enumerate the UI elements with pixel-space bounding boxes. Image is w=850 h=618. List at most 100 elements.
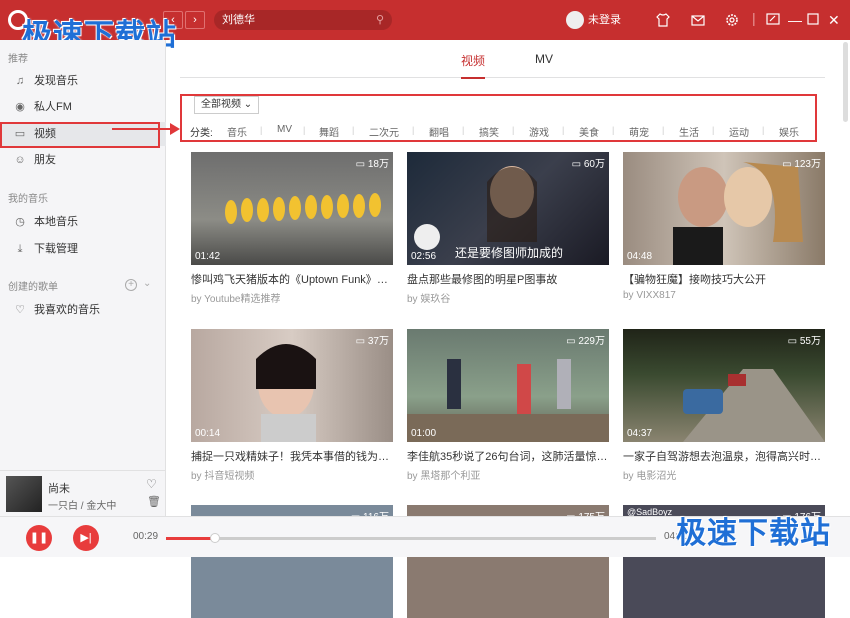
video-thumbnail[interactable]: ▭ 18万 01:42 — [191, 152, 393, 265]
video-title[interactable]: 李佳航35秒说了26句台词，这肺活量惊呆… — [407, 448, 609, 464]
mini-mode-icon[interactable] — [766, 12, 780, 29]
album-cover[interactable] — [6, 476, 42, 512]
video-author[interactable]: by VIXX817 — [623, 290, 825, 301]
sidebar: 推荐 ♫ 发现音乐 ◉ 私人FM ▭ 视频 ☺ 朋友 我的音乐 ◷ 本地音乐 ⤓ 下载管理 … — [0, 40, 166, 470]
forward-button[interactable]: › — [185, 11, 205, 29]
search-input[interactable]: 刘德华 ⚲ — [214, 10, 392, 30]
trash-icon[interactable]: 🗑 — [147, 495, 161, 508]
search-value: 刘德华 — [222, 14, 255, 26]
category-sports[interactable]: 运动 — [729, 124, 749, 139]
video-author[interactable]: by 娱玖谷 — [407, 290, 609, 305]
video-card[interactable]: ▭ 18万 01:42 惨叫鸡飞天猪版本的《Uptown Funk》你一… by… — [191, 152, 393, 305]
settings-icon[interactable] — [724, 12, 740, 31]
all-videos-label: 全部视频 — [201, 99, 241, 110]
play-count: ▭ 229万 — [566, 336, 605, 347]
category-food[interactable]: 美食 — [579, 124, 599, 139]
progress-bar[interactable] — [166, 533, 656, 543]
sidebar-item-label: 私人FM — [34, 101, 72, 113]
current-time: 00:29 — [133, 531, 159, 542]
video-thumbnail[interactable]: ▭ 60万 还是要修图师加成的 02:56 — [407, 152, 609, 265]
divider: | — [352, 125, 355, 135]
video-card[interactable]: ▭ 37万 00:14 捕捉一只戏精妹子！我凭本事借的钱为什么… by 抖音短视… — [191, 329, 393, 482]
category-label: 分类: — [190, 128, 213, 139]
chevron-down-icon: ⌄ — [243, 99, 253, 110]
category-life[interactable]: 生活 — [679, 124, 699, 139]
user-login[interactable]: 未登录 — [566, 10, 621, 30]
login-label: 未登录 — [588, 14, 621, 26]
sidebar-item-friends[interactable]: ☺ 朋友 — [0, 148, 166, 172]
next-button[interactable]: ▶| — [73, 525, 99, 551]
play-count: ▭ 55万 — [787, 336, 821, 347]
heart-icon[interactable]: ♡ — [146, 477, 157, 491]
video-card[interactable]: ▭ 60万 还是要修图师加成的 02:56 盘点那些最修图的明星P图事故 by … — [407, 152, 609, 305]
duration: 02:56 — [411, 251, 437, 262]
category-music[interactable]: 音乐 — [227, 124, 247, 139]
video-thumbnail[interactable]: ▭ 123万 04:48 — [623, 152, 825, 265]
sidebar-item-liked[interactable]: ♡ 我喜欢的音乐 — [0, 298, 166, 322]
section-playlists: 创建的歌单 — [8, 282, 58, 293]
play-count-value: 60万 — [583, 159, 605, 170]
divider: | — [752, 10, 756, 26]
category-cover[interactable]: 翻唱 — [429, 124, 449, 139]
download-icon: ⤓ — [17, 243, 23, 255]
close-icon[interactable]: ✕ — [828, 12, 840, 28]
video-card[interactable]: ▭ 123万 04:48 【骗物狂魔】接吻技巧大公开 by VIXX817 — [623, 152, 825, 301]
category-game[interactable]: 游戏 — [529, 124, 549, 139]
divider: | — [712, 125, 715, 135]
video-caption: 还是要修图师加成的 — [455, 246, 564, 260]
category-pets[interactable]: 萌宠 — [629, 124, 649, 139]
duration: 01:42 — [195, 251, 221, 262]
play-count-value: 37万 — [367, 336, 389, 347]
video-title[interactable]: 捕捉一只戏精妹子！我凭本事借的钱为什么… — [191, 448, 393, 464]
section-recommend: 推荐 — [8, 54, 28, 65]
video-card[interactable]: ▭ 229万 01:00 李佳航35秒说了26句台词，这肺活量惊呆… by 黑塔… — [407, 329, 609, 482]
video-card[interactable]: ▭ 55万 04:37 一家子自驾游想去泡温泉，泡得高兴时发生… by 电影沼光 — [623, 329, 825, 482]
sidebar-item-local-music[interactable]: ◷ 本地音乐 — [0, 210, 166, 234]
video-author[interactable]: by 抖音短视频 — [191, 467, 393, 482]
category-funny[interactable]: 搞笑 — [479, 124, 499, 139]
category-ent[interactable]: 娱乐 — [779, 124, 799, 139]
search-icon[interactable]: ⚲ — [376, 10, 384, 30]
chevron-down-icon[interactable]: ⌄ — [143, 278, 151, 289]
annotation-arrow — [112, 123, 180, 135]
sidebar-item-fm[interactable]: ◉ 私人FM — [0, 95, 166, 119]
video-author[interactable]: by Youtube精选推荐 — [191, 290, 393, 305]
video-title[interactable]: 惨叫鸡飞天猪版本的《Uptown Funk》你一… — [191, 271, 393, 287]
video-thumbnail[interactable]: ▭ 55万 04:37 — [623, 329, 825, 442]
progress-fill — [166, 537, 215, 540]
video-thumbnail[interactable]: ▭ 37万 00:14 — [191, 329, 393, 442]
tab-video[interactable]: 视频 — [461, 52, 486, 79]
local-music-icon: ◷ — [15, 216, 25, 228]
skin-icon[interactable] — [655, 12, 671, 31]
video-title[interactable]: 一家子自驾游想去泡温泉，泡得高兴时发生… — [623, 448, 825, 464]
sidebar-item-label: 朋友 — [34, 154, 56, 166]
category-dance[interactable]: 舞蹈 — [319, 124, 339, 139]
maximize-icon[interactable] — [807, 12, 819, 28]
radio-icon: ◉ — [15, 101, 25, 113]
duration: 00:14 — [195, 428, 221, 439]
video-author[interactable]: by 黑塔那个利亚 — [407, 467, 609, 482]
minimize-icon[interactable]: — — [788, 12, 802, 28]
mail-icon[interactable] — [690, 12, 706, 31]
video-author[interactable]: by 电影沼光 — [623, 467, 825, 482]
sidebar-item-label: 发现音乐 — [34, 75, 78, 87]
all-videos-dropdown[interactable]: 全部视频 ⌄ — [194, 96, 260, 114]
sidebar-item-downloads[interactable]: ⤓ 下载管理 — [0, 237, 166, 261]
heart-icon: ♡ — [15, 304, 25, 316]
add-playlist-icon[interactable]: + — [125, 279, 137, 291]
category-acg[interactable]: 二次元 — [369, 124, 399, 139]
category-mv[interactable]: MV — [277, 124, 292, 135]
sidebar-item-discover[interactable]: ♫ 发现音乐 — [0, 69, 166, 93]
sidebar-item-label: 我喜欢的音乐 — [34, 304, 100, 316]
divider: | — [260, 125, 263, 135]
video-title[interactable]: 盘点那些最修图的明星P图事故 — [407, 271, 609, 287]
pause-button[interactable]: ❚❚ — [26, 525, 52, 551]
tab-mv[interactable]: MV — [535, 52, 553, 66]
video-thumbnail[interactable]: ▭ 229万 01:00 — [407, 329, 609, 442]
now-playing[interactable]: 尚未 一只白 / 金大中 ♡ 🗑 — [0, 470, 166, 516]
scrollbar[interactable] — [843, 42, 848, 122]
highlight-box-video — [0, 122, 160, 148]
progress-handle[interactable] — [210, 533, 220, 543]
music-note-icon: ♫ — [15, 75, 25, 87]
video-title[interactable]: 【骗物狂魔】接吻技巧大公开 — [623, 271, 825, 287]
